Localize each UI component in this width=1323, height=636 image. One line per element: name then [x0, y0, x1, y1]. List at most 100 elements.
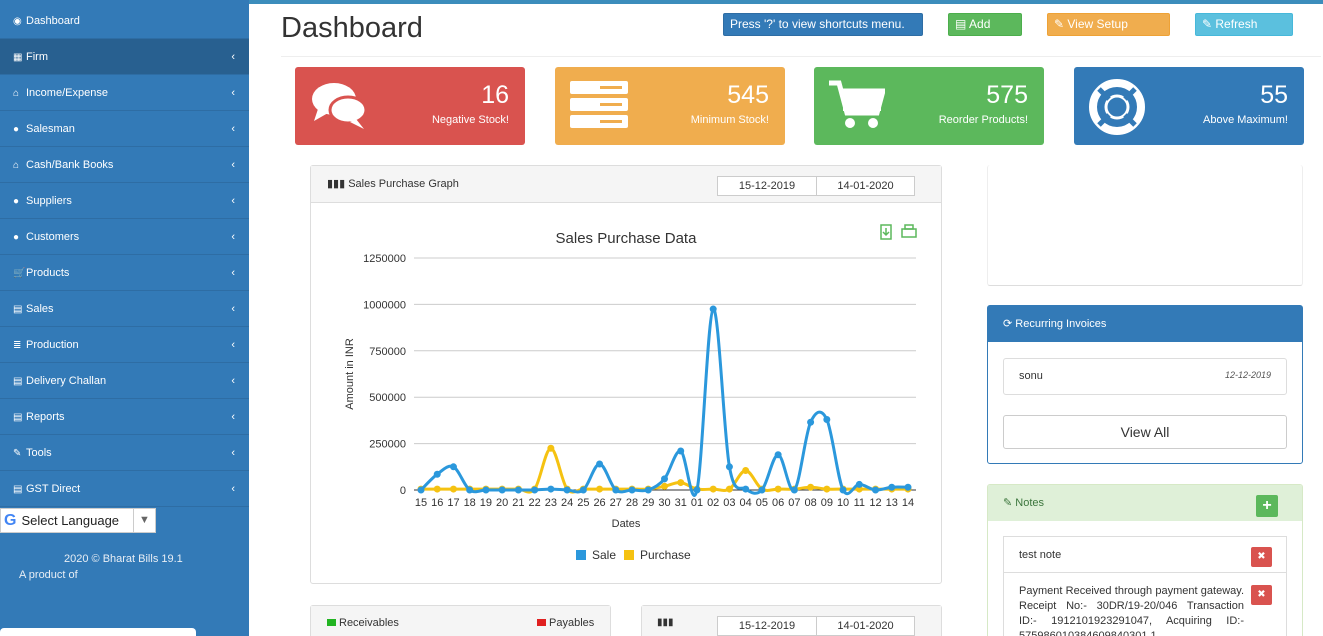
data-point-purchase [807, 483, 815, 491]
file-icon: ▤ [955, 17, 970, 31]
delete-note-button[interactable]: ✖ [1251, 585, 1272, 605]
sidebar-item-reports[interactable]: ▤ Reports ‹ [0, 399, 249, 435]
sidebar-item-label: Delivery Challan [26, 375, 107, 387]
dropdown-arrow-icon[interactable]: ▼ [133, 509, 155, 532]
x-tick-label: 06 [772, 497, 784, 509]
sidebar-item-products[interactable]: 🛒Products ‹ [0, 255, 249, 291]
sidebar-item-delivery-challan[interactable]: ▤ Delivery Challan ‹ [0, 363, 249, 399]
x-tick-label: 18 [464, 497, 476, 509]
refresh-data-button[interactable]: ✎ Refresh Data [1195, 13, 1293, 52]
x-tick-label: 31 [675, 497, 687, 509]
print-icon [901, 228, 917, 238]
x-tick-label: 26 [593, 497, 605, 509]
recurring-invoice-item[interactable]: sonu 12-12-2019 [1003, 358, 1287, 395]
x-tick-label: 05 [756, 497, 768, 509]
sidebar-item-label: GST Direct [26, 483, 81, 495]
data-point-sale [774, 451, 782, 459]
data-point-sale [839, 486, 847, 494]
sidebar-item-dashboard[interactable]: ◉ Dashboard [0, 0, 249, 39]
data-point-sale [888, 483, 896, 491]
recurring-invoices-title: Recurring Invoices [1015, 318, 1107, 330]
minimum-stock-card[interactable]: 545 Minimum Stock! [555, 67, 785, 145]
chevron-left-icon: ‹ [231, 87, 235, 99]
sidebar-item-customers[interactable]: ● Customers ‹ [0, 219, 249, 255]
minimum-stock-count: 545 [727, 81, 769, 109]
data-point-purchase [596, 485, 604, 493]
view-setup-guide-button[interactable]: ✎ View Setup Guide [1047, 13, 1170, 52]
note-item: test note ✖ [1003, 536, 1287, 572]
chevron-left-icon: ‹ [231, 339, 235, 351]
header-divider [281, 56, 1321, 57]
sidebar-item-production[interactable]: ≣ Production ‹ [0, 327, 249, 363]
reorder-products-card[interactable]: 575 Reorder Products! [814, 67, 1044, 145]
x-tick-label: 27 [610, 497, 622, 509]
data-point-sale [547, 485, 555, 493]
language-select-label: Select Language [21, 513, 120, 528]
data-point-sale [855, 480, 863, 488]
sidebar-item-label: Customers [26, 231, 80, 243]
sidebar-item-tools[interactable]: ✎ Tools ‹ [0, 435, 249, 471]
view-all-button[interactable]: View All [1003, 415, 1287, 449]
delete-note-button[interactable]: ✖ [1251, 547, 1272, 567]
sidebar-item-label: Suppliers [26, 195, 72, 207]
y-tick-label: 1000000 [363, 299, 406, 311]
shortcuts-button[interactable]: Press '?' to view shortcuts menu. [723, 13, 923, 36]
cart-icon [829, 80, 885, 128]
add-note-button[interactable]: + [1256, 495, 1278, 517]
above-maximum-label: Above Maximum! [1203, 114, 1288, 126]
sidebar-item-income-expense[interactable]: ⌂ Income/Expense ‹ [0, 75, 249, 111]
data-point-sale [531, 486, 539, 494]
date-from-input[interactable]: 15-12-2019 [717, 616, 817, 636]
date-to-input[interactable]: 14-01-2020 [816, 616, 915, 636]
data-point-sale [417, 486, 425, 494]
download-arrow-icon [882, 228, 890, 237]
x-tick-label: 12 [869, 497, 881, 509]
google-icon: G [4, 512, 17, 529]
sidebar-item-label: Products [26, 267, 70, 279]
data-point-purchase [433, 485, 441, 493]
sidebar-item-label: Cash/Bank Books [26, 159, 114, 171]
chevron-left-icon: ‹ [231, 483, 235, 495]
print-top-icon [904, 224, 914, 230]
sidebar-item-cash-bank-books[interactable]: ⌂ Cash/Bank Books ‹ [0, 147, 249, 183]
chevron-left-icon: ‹ [231, 195, 235, 207]
x-tick-label: 29 [642, 497, 654, 509]
date-from-input[interactable]: 15-12-2019 [717, 176, 817, 196]
chevron-left-icon: ‹ [231, 303, 235, 315]
sidebar-item-firm[interactable]: ▦ Firm ‹ [0, 39, 249, 75]
bottom-graph-panel: ▮▮▮ 15-12-2019 14-01-2020 [641, 605, 942, 636]
data-point-sale [449, 463, 457, 471]
server-icon [570, 81, 628, 128]
sidebar-item-sales[interactable]: ▤ Sales ‹ [0, 291, 249, 327]
data-point-sale [742, 485, 750, 493]
empty-panel [987, 165, 1303, 286]
date-to-input[interactable]: 14-01-2020 [816, 176, 915, 196]
data-point-purchase [774, 485, 782, 493]
above-maximum-card[interactable]: 55 Above Maximum! [1074, 67, 1304, 145]
data-point-sale [482, 486, 490, 494]
data-point-sale [514, 486, 522, 494]
data-point-sale [433, 470, 441, 478]
file-text-icon: ▤ [13, 484, 23, 495]
data-point-sale [758, 486, 766, 494]
negative-stock-card[interactable]: 16 Negative Stock! [295, 67, 525, 145]
database-icon: ≣ [13, 340, 22, 351]
sidebar-item-label: Production [26, 339, 79, 351]
data-point-sale [612, 486, 620, 494]
x-tick-label: 16 [431, 497, 443, 509]
building-icon: ▦ [13, 52, 23, 63]
sidebar-item-gst-direct[interactable]: ▤ GST Direct ‹ [0, 471, 249, 507]
data-point-purchase [725, 485, 733, 493]
legend-label-sale: Sale [592, 548, 616, 562]
sidebar-item-suppliers[interactable]: ● Suppliers ‹ [0, 183, 249, 219]
data-point-purchase [742, 467, 750, 475]
bottom-graph-header: ▮▮▮ 15-12-2019 14-01-2020 [642, 606, 941, 636]
sidebar-item-salesman[interactable]: ● Salesman ‹ [0, 111, 249, 147]
recurring-invoice-date: 12-12-2019 [1224, 370, 1271, 380]
add-sale-button[interactable]: ▤ Add Sale [948, 13, 1022, 52]
legend-swatch-sale [576, 550, 586, 560]
y-tick-label: 250000 [369, 439, 406, 451]
sidebar-item-label: Salesman [26, 123, 75, 135]
language-select[interactable]: G Select Language ▼ [0, 508, 156, 533]
series-line-sale [419, 307, 909, 497]
